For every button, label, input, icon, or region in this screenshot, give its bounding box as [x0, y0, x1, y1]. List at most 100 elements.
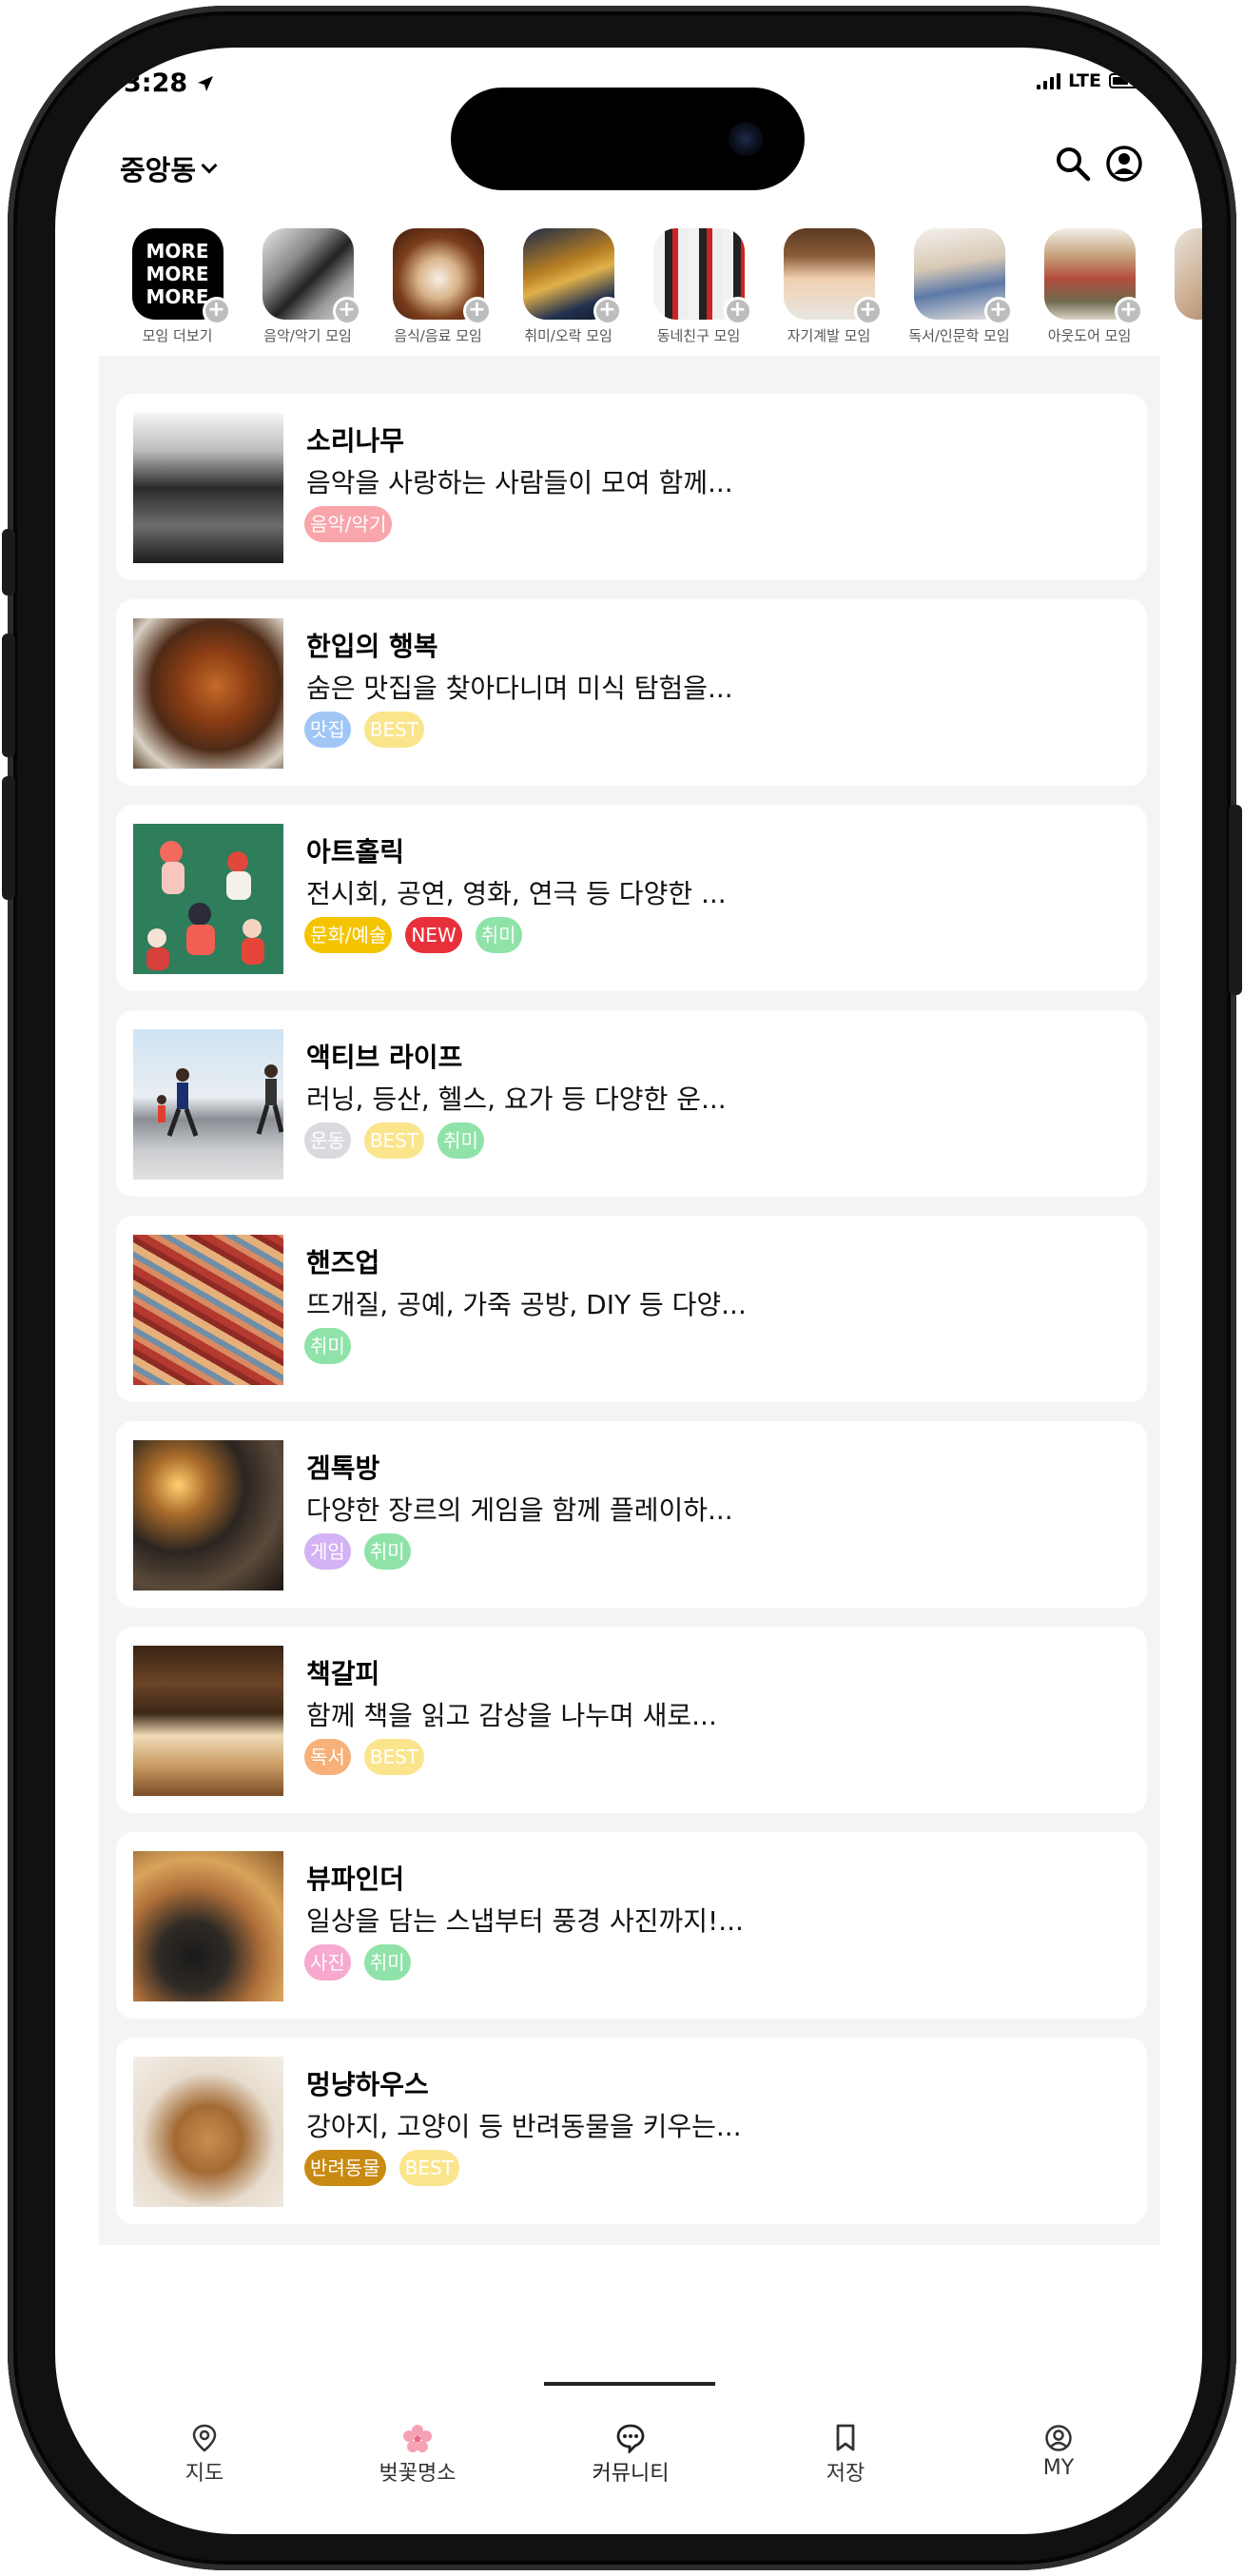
group-card[interactable]: 아트홀릭 전시회, 공연, 영화, 연극 등 다양한 ... 문화/예술 NEW…	[116, 805, 1147, 991]
group-description: 함께 책을 읽고 감상을 나누며 새로...	[306, 1700, 717, 1731]
signal-icon	[1037, 72, 1061, 89]
nav-item-my[interactable]: MY	[978, 2422, 1139, 2480]
tag: 취미	[304, 1328, 351, 1364]
group-image	[133, 1646, 283, 1796]
nav-label: 지도	[185, 2462, 224, 2486]
add-icon: +	[983, 297, 1013, 325]
nav-label: 커뮤니티	[592, 2462, 670, 2486]
group-title: 멍냥하우스	[306, 2069, 429, 2100]
tag: BEST	[398, 2150, 459, 2186]
category-label: 아웃도어 모임	[1047, 327, 1132, 344]
add-icon: +	[202, 297, 231, 325]
nav-item-cherry[interactable]: 벚꽃명소	[337, 2422, 498, 2487]
add-icon: +	[593, 297, 622, 325]
bookmark-icon	[836, 2424, 855, 2451]
tag-list: 음악/악기	[304, 506, 393, 542]
battery-icon	[1109, 73, 1144, 88]
location-arrow-icon	[197, 76, 213, 91]
nav-item-map[interactable]: 지도	[124, 2422, 285, 2487]
dynamic-island	[451, 88, 805, 190]
group-card[interactable]: 핸즈업 뜨개질, 공예, 가죽 공방, DIY 등 다양... 취미	[116, 1216, 1147, 1402]
tag: 반려동물	[304, 2150, 386, 2186]
cherry-blossom-icon	[403, 2425, 432, 2452]
group-image	[133, 1029, 283, 1180]
tag: BEST	[363, 1122, 425, 1159]
chat-bubble-icon	[616, 2424, 645, 2453]
active-tab-indicator	[544, 2382, 715, 2386]
tag: BEST	[363, 712, 425, 748]
tag-list: 반려동물 BEST	[304, 2150, 459, 2186]
group-description: 음악을 사랑하는 사람들이 모여 함께...	[306, 467, 733, 498]
tag: NEW	[405, 917, 462, 953]
group-description: 숨은 맛집을 찾아다니며 미식 탐험을...	[306, 673, 733, 704]
map-pin-icon	[192, 2424, 217, 2452]
power-button	[1229, 805, 1242, 995]
chevron-down-icon	[201, 157, 218, 174]
group-image	[133, 1235, 283, 1385]
group-description: 다양한 장르의 게임을 함께 플레이하...	[306, 1494, 733, 1526]
tag: 음악/악기	[304, 506, 393, 542]
tag-list: 게임 취미	[304, 1533, 411, 1570]
volume-up-button	[2, 634, 15, 757]
profile-icon[interactable]	[1105, 145, 1143, 183]
group-description: 뜨개질, 공예, 가죽 공방, DIY 등 다양...	[306, 1289, 747, 1320]
nav-item-community[interactable]: 커뮤니티	[550, 2422, 711, 2487]
tag: BEST	[363, 1739, 425, 1775]
status-time: 3:28	[124, 68, 214, 98]
group-description: 러닝, 등산, 헬스, 요가 등 다양한 운...	[306, 1083, 727, 1115]
tag: 운동	[304, 1122, 351, 1159]
profile-icon	[1045, 2425, 1072, 2451]
nav-label: 벚꽃명소	[379, 2462, 457, 2486]
group-title: 겜톡방	[306, 1453, 380, 1484]
group-card[interactable]: 한입의 행복 숨은 맛집을 찾아다니며 미식 탐험을... 맛집 BEST	[116, 599, 1147, 786]
location-label: 중앙동	[120, 154, 197, 186]
group-card[interactable]: 액티브 라이프 러닝, 등산, 헬스, 요가 등 다양한 운... 운동 BES…	[116, 1010, 1147, 1197]
group-title: 소리나무	[306, 425, 405, 457]
category-label: 독서/인문학 모임	[908, 327, 1010, 344]
tag: 취미	[363, 1533, 411, 1570]
category-label: 모임 더보기	[142, 327, 213, 344]
nav-label: MY	[1042, 2456, 1075, 2480]
tag-list: 사진 취미	[304, 1944, 411, 1981]
illustration	[146, 841, 264, 970]
add-icon: +	[853, 297, 883, 325]
tag-list: 운동 BEST 취미	[304, 1122, 484, 1159]
group-title: 책갈피	[306, 1658, 380, 1689]
group-title: 아트홀릭	[306, 836, 405, 868]
category-label: 음악/악기 모임	[263, 327, 352, 344]
group-card[interactable]: 겜톡방 다양한 장르의 게임을 함께 플레이하... 게임 취미	[116, 1421, 1147, 1608]
screen: 3:28 LTE 중앙동 MORE MORE MORE + 모임 더보기 + 음…	[55, 48, 1202, 2534]
tag: 취미	[437, 1122, 484, 1159]
add-icon: +	[462, 297, 492, 325]
group-card[interactable]: 멍냥하우스 강아지, 고양이 등 반려동물을 키우는... 반려동물 BEST	[116, 2038, 1147, 2224]
group-description: 일상을 담는 스냅부터 풍경 사진까지!...	[306, 1905, 744, 1937]
volume-down-button	[2, 776, 15, 900]
add-icon: +	[723, 297, 752, 325]
category-pet[interactable]: + 반려	[1155, 228, 1202, 381]
group-card[interactable]: 책갈피 함께 책을 읽고 감상을 나누며 새로... 독서 BEST	[116, 1627, 1147, 1813]
group-image	[133, 413, 283, 563]
group-title: 한입의 행복	[306, 631, 438, 662]
location-selector[interactable]: 중앙동	[120, 148, 218, 188]
group-image	[133, 618, 283, 769]
category-label: 동네친구 모임	[656, 327, 741, 344]
tag: 사진	[304, 1944, 351, 1981]
bottom-nav: 지도 벚꽃명소 커뮤니티 저장 MY	[55, 2378, 1202, 2492]
group-card[interactable]: 뷰파인더 일상을 담는 스냅부터 풍경 사진까지!... 사진 취미	[116, 1832, 1147, 2019]
nav-item-saved[interactable]: 저장	[765, 2422, 926, 2487]
group-title: 뷰파인더	[306, 1864, 405, 1895]
tag: 취미	[363, 1944, 411, 1981]
group-image	[133, 2057, 283, 2207]
tag: 독서	[304, 1739, 351, 1775]
network-label: LTE	[1068, 70, 1101, 91]
tag-list: 문화/예술 NEW 취미	[304, 917, 522, 953]
group-image	[133, 824, 283, 974]
search-icon[interactable]	[1054, 145, 1092, 183]
group-title: 액티브 라이프	[306, 1042, 463, 1073]
tag: 문화/예술	[304, 917, 393, 953]
category-label: 취미/오락 모임	[524, 327, 612, 344]
camera-icon	[729, 122, 763, 156]
group-card[interactable]: 소리나무 음악을 사랑하는 사람들이 모여 함께... 음악/악기	[116, 394, 1147, 580]
category-label: 음식/음료 모임	[394, 327, 482, 344]
group-image	[133, 1440, 283, 1590]
